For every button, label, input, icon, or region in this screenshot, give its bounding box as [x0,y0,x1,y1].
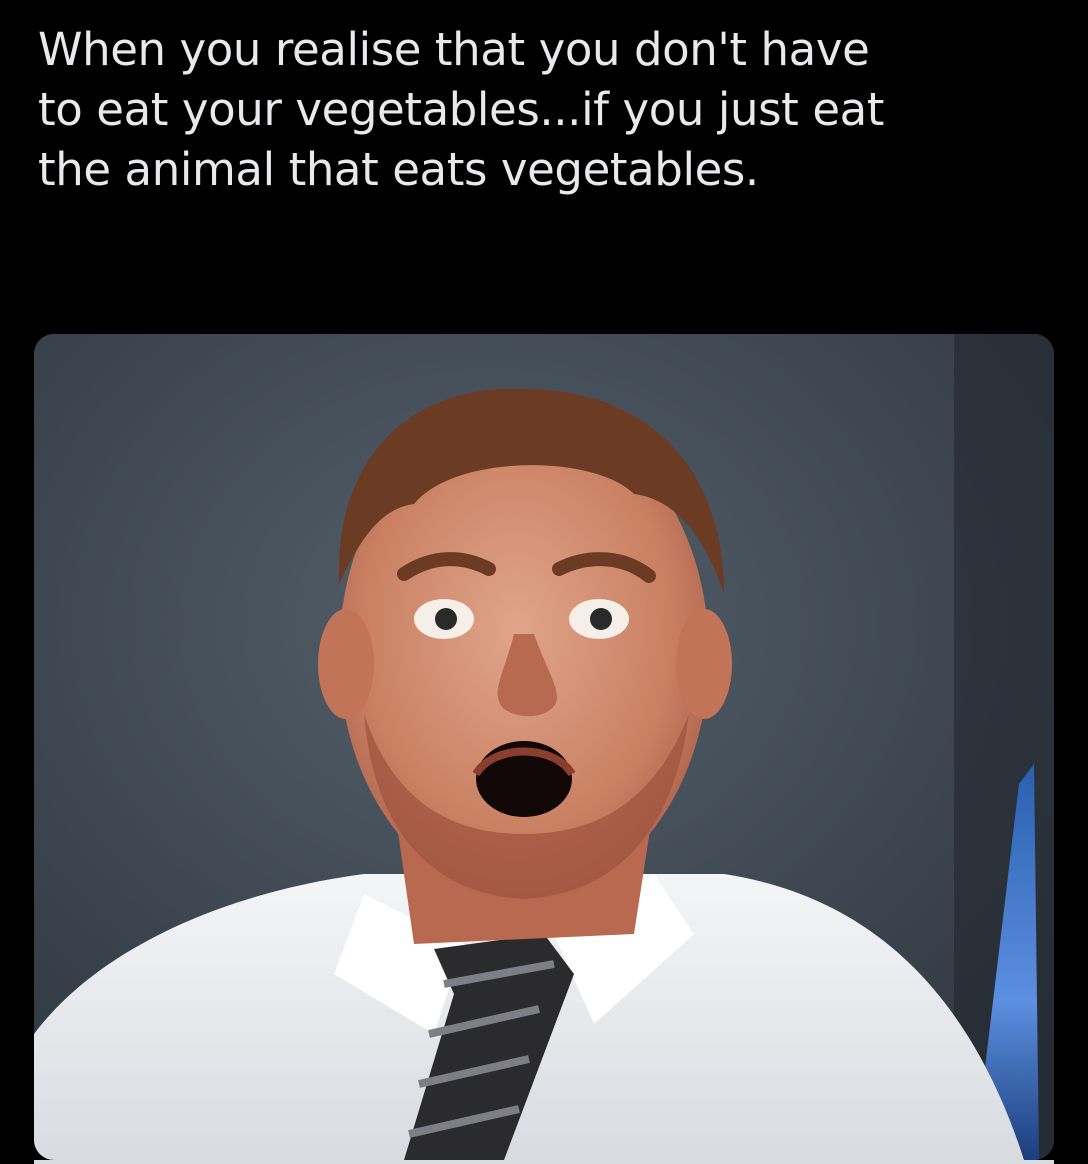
photo-icon [34,334,1054,1160]
post-text: When you realise that you don't have to … [38,20,1058,200]
post-media-photo[interactable] [34,334,1054,1160]
post-text-line-2: to eat your vegetables...if you just eat [38,83,885,136]
post-card: When you realise that you don't have to … [0,0,1088,1164]
post-text-line-3: the animal that eats vegetables. [38,143,759,196]
post-text-line-1: When you realise that you don't have [38,23,870,76]
divider [34,1160,1054,1164]
